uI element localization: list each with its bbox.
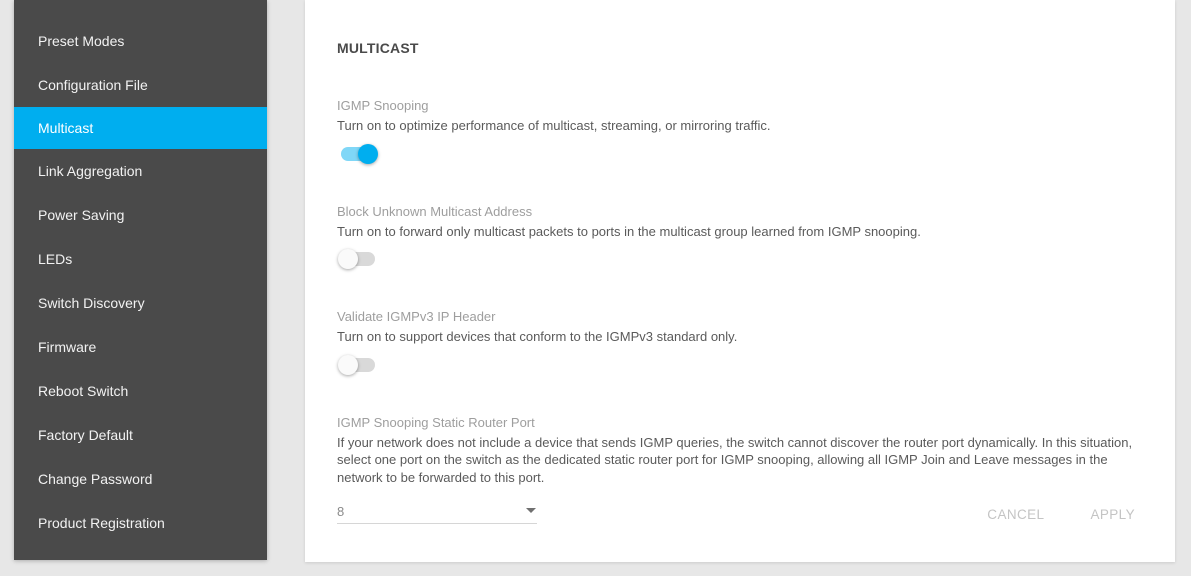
chevron-down-icon xyxy=(525,502,537,520)
setting-desc: Turn on to optimize performance of multi… xyxy=(337,117,1143,135)
setting-label: IGMP Snooping xyxy=(337,98,1143,113)
setting-desc: Turn on to support devices that conform … xyxy=(337,328,1143,346)
sidebar-item-multicast[interactable]: Multicast xyxy=(14,107,267,149)
static-router-port-select[interactable]: 8 xyxy=(337,498,537,524)
sidebar-item-factory-default[interactable]: Factory Default xyxy=(14,413,267,457)
block-unknown-toggle[interactable] xyxy=(341,252,375,266)
setting-desc: Turn on to forward only multicast packet… xyxy=(337,223,1143,241)
main-panel: MULTICAST IGMP Snooping Turn on to optim… xyxy=(305,0,1175,562)
apply-button[interactable]: APPLY xyxy=(1086,501,1139,528)
sidebar-item-product-registration[interactable]: Product Registration xyxy=(14,501,267,545)
setting-block-unknown: Block Unknown Multicast Address Turn on … xyxy=(337,204,1143,272)
action-bar: CANCEL APPLY xyxy=(983,501,1139,528)
sidebar-item-switch-discovery[interactable]: Switch Discovery xyxy=(14,281,267,325)
sidebar-item-change-password[interactable]: Change Password xyxy=(14,457,267,501)
toggle-knob xyxy=(358,144,378,164)
sidebar-item-leds[interactable]: LEDs xyxy=(14,237,267,281)
setting-label: Block Unknown Multicast Address xyxy=(337,204,1143,219)
page-title: MULTICAST xyxy=(337,40,1143,56)
setting-label: IGMP Snooping Static Router Port xyxy=(337,415,1143,430)
sidebar-nav: Preset Modes Configuration File Multicas… xyxy=(14,0,267,560)
cancel-button[interactable]: CANCEL xyxy=(983,501,1048,528)
sidebar-item-link-aggregation[interactable]: Link Aggregation xyxy=(14,149,267,193)
sidebar-item-configuration-file[interactable]: Configuration File xyxy=(14,63,267,107)
validate-header-toggle[interactable] xyxy=(341,358,375,372)
igmp-snooping-toggle[interactable] xyxy=(341,147,375,161)
sidebar-item-reboot-switch[interactable]: Reboot Switch xyxy=(14,369,267,413)
select-value: 8 xyxy=(337,504,525,519)
setting-validate-header: Validate IGMPv3 IP Header Turn on to sup… xyxy=(337,309,1143,377)
sidebar-item-firmware[interactable]: Firmware xyxy=(14,325,267,369)
toggle-knob xyxy=(338,249,358,269)
setting-label: Validate IGMPv3 IP Header xyxy=(337,309,1143,324)
toggle-knob xyxy=(338,355,358,375)
sidebar-item-preset-modes[interactable]: Preset Modes xyxy=(14,0,267,63)
setting-igmp-snooping: IGMP Snooping Turn on to optimize perfor… xyxy=(337,98,1143,166)
setting-desc: If your network does not include a devic… xyxy=(337,434,1143,487)
sidebar-item-power-saving[interactable]: Power Saving xyxy=(14,193,267,237)
